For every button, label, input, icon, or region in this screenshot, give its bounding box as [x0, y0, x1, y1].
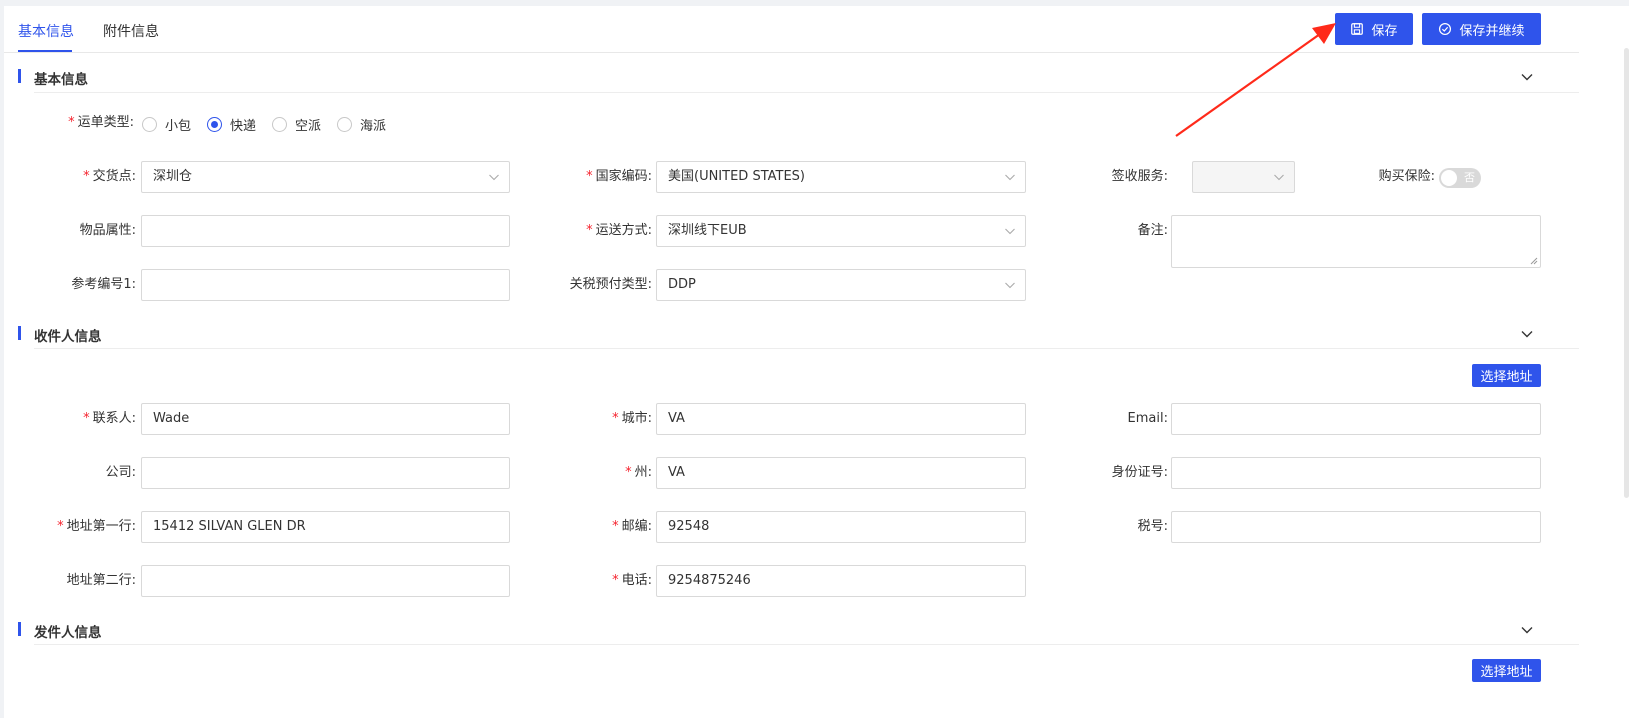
state-label: * 州: [625, 465, 652, 480]
collapse-chevron-icon[interactable] [1520, 327, 1534, 341]
section-marker [18, 326, 21, 340]
annotation-arrow-icon [1175, 23, 1336, 137]
city-label: * 城市: [612, 411, 652, 426]
country-code-label: * 国家编码: [586, 169, 652, 184]
section-divider [34, 348, 1579, 349]
tax-no-label: 税号: [1137, 519, 1168, 534]
company-label: 公司: [105, 465, 136, 480]
sender-select-address-button[interactable]: 选择地址 [1472, 659, 1541, 682]
id-number-label: 身份证号: [1111, 465, 1168, 480]
save-button-label: 保存 [1371, 23, 1398, 39]
shipping-method-select[interactable]: 深圳线下EUB [656, 215, 1026, 247]
save-and-continue-button[interactable]: 保存并继续 [1422, 13, 1541, 45]
tax-no-input[interactable] [1171, 511, 1541, 543]
reference-no1-label: 参考编号1: [71, 277, 136, 292]
postcode-input[interactable]: 92548 [656, 511, 1026, 543]
waybill-type-radio-group: 小包 快递 空派 海派 [142, 114, 402, 134]
collapse-chevron-icon[interactable] [1520, 70, 1534, 84]
tab-attachment-info[interactable]: 附件信息 [103, 21, 159, 41]
contact-input[interactable]: Wade [141, 403, 510, 435]
toggle-knob [1441, 170, 1457, 186]
chevron-down-icon [1005, 174, 1015, 181]
section-title-sender: 发件人信息 [34, 625, 102, 641]
sign-service-select[interactable] [1192, 161, 1295, 193]
phone-label: * 电话: [612, 573, 652, 588]
remark-textarea[interactable] [1171, 215, 1541, 268]
duty-prepay-type-select[interactable]: DDP [656, 269, 1026, 301]
floppy-disk-icon [1351, 23, 1364, 35]
chevron-down-icon [1274, 174, 1284, 181]
radio-circle-checked[interactable] [207, 116, 223, 132]
city-input[interactable]: VA [656, 403, 1026, 435]
delivery-point-label: * 交货点: [83, 169, 136, 184]
form-page: 基本信息 附件信息 保存 保存并继续 基本信息 * 运单类型: 小包 快递 空派 … [4, 6, 1629, 718]
item-property-label: 物品属性: [79, 223, 136, 238]
section-divider [34, 644, 1579, 645]
email-label: Email: [1127, 411, 1168, 426]
section-marker [18, 69, 21, 83]
radio-circle[interactable] [337, 116, 353, 132]
collapse-chevron-icon[interactable] [1520, 623, 1534, 637]
state-input[interactable]: VA [656, 457, 1026, 489]
sign-service-label: 签收服务: [1111, 169, 1168, 184]
radio-small-packet[interactable]: 小包 [142, 115, 191, 134]
email-input[interactable] [1171, 403, 1541, 435]
reference-no1-input[interactable] [141, 269, 510, 301]
item-property-input[interactable] [141, 215, 510, 247]
address2-label: 地址第二行: [66, 573, 136, 588]
chevron-down-icon [489, 174, 499, 181]
tab-basic-info[interactable]: 基本信息 [18, 21, 74, 41]
insurance-toggle[interactable]: 否 [1439, 168, 1481, 188]
radio-express[interactable]: 快递 [207, 115, 256, 134]
radio-air[interactable]: 空派 [272, 115, 321, 134]
resize-grip-icon[interactable] [1530, 257, 1538, 265]
radio-sea[interactable]: 海派 [337, 115, 386, 134]
company-input[interactable] [141, 457, 510, 489]
country-code-select[interactable]: 美国(UNITED STATES) [656, 161, 1026, 193]
chevron-down-icon [1005, 228, 1015, 235]
active-tab-indicator [18, 50, 72, 52]
vertical-scrollbar[interactable] [1624, 48, 1629, 498]
buy-insurance-label: 购买保险: [1378, 169, 1435, 184]
save-and-continue-label: 保存并继续 [1459, 23, 1525, 39]
phone-input[interactable]: 9254875246 [656, 565, 1026, 597]
save-button[interactable]: 保存 [1335, 13, 1413, 45]
contact-label: * 联系人: [83, 411, 136, 426]
delivery-point-select[interactable]: 深圳仓 [141, 161, 510, 193]
section-title-basic: 基本信息 [34, 72, 88, 88]
check-circle-icon [1439, 22, 1452, 36]
radio-circle[interactable] [142, 116, 157, 132]
duty-prepay-type-label: 关税预付类型: [569, 277, 652, 292]
chevron-down-icon [1005, 282, 1015, 289]
recipient-select-address-button[interactable]: 选择地址 [1472, 364, 1541, 387]
shipping-method-label: * 运送方式: [586, 223, 652, 238]
address1-input[interactable]: 15412 SILVAN GLEN DR [141, 511, 510, 543]
id-number-input[interactable] [1171, 457, 1541, 489]
section-divider [34, 92, 1579, 93]
section-title-recipient: 收件人信息 [34, 329, 102, 345]
remark-label: 备注: [1137, 223, 1168, 238]
postcode-label: * 邮编: [612, 519, 652, 534]
waybill-type-label: * 运单类型: [68, 115, 134, 130]
address2-input[interactable] [141, 565, 510, 597]
section-marker [18, 622, 21, 636]
address1-label: * 地址第一行: [57, 519, 136, 534]
radio-circle[interactable] [272, 116, 288, 132]
